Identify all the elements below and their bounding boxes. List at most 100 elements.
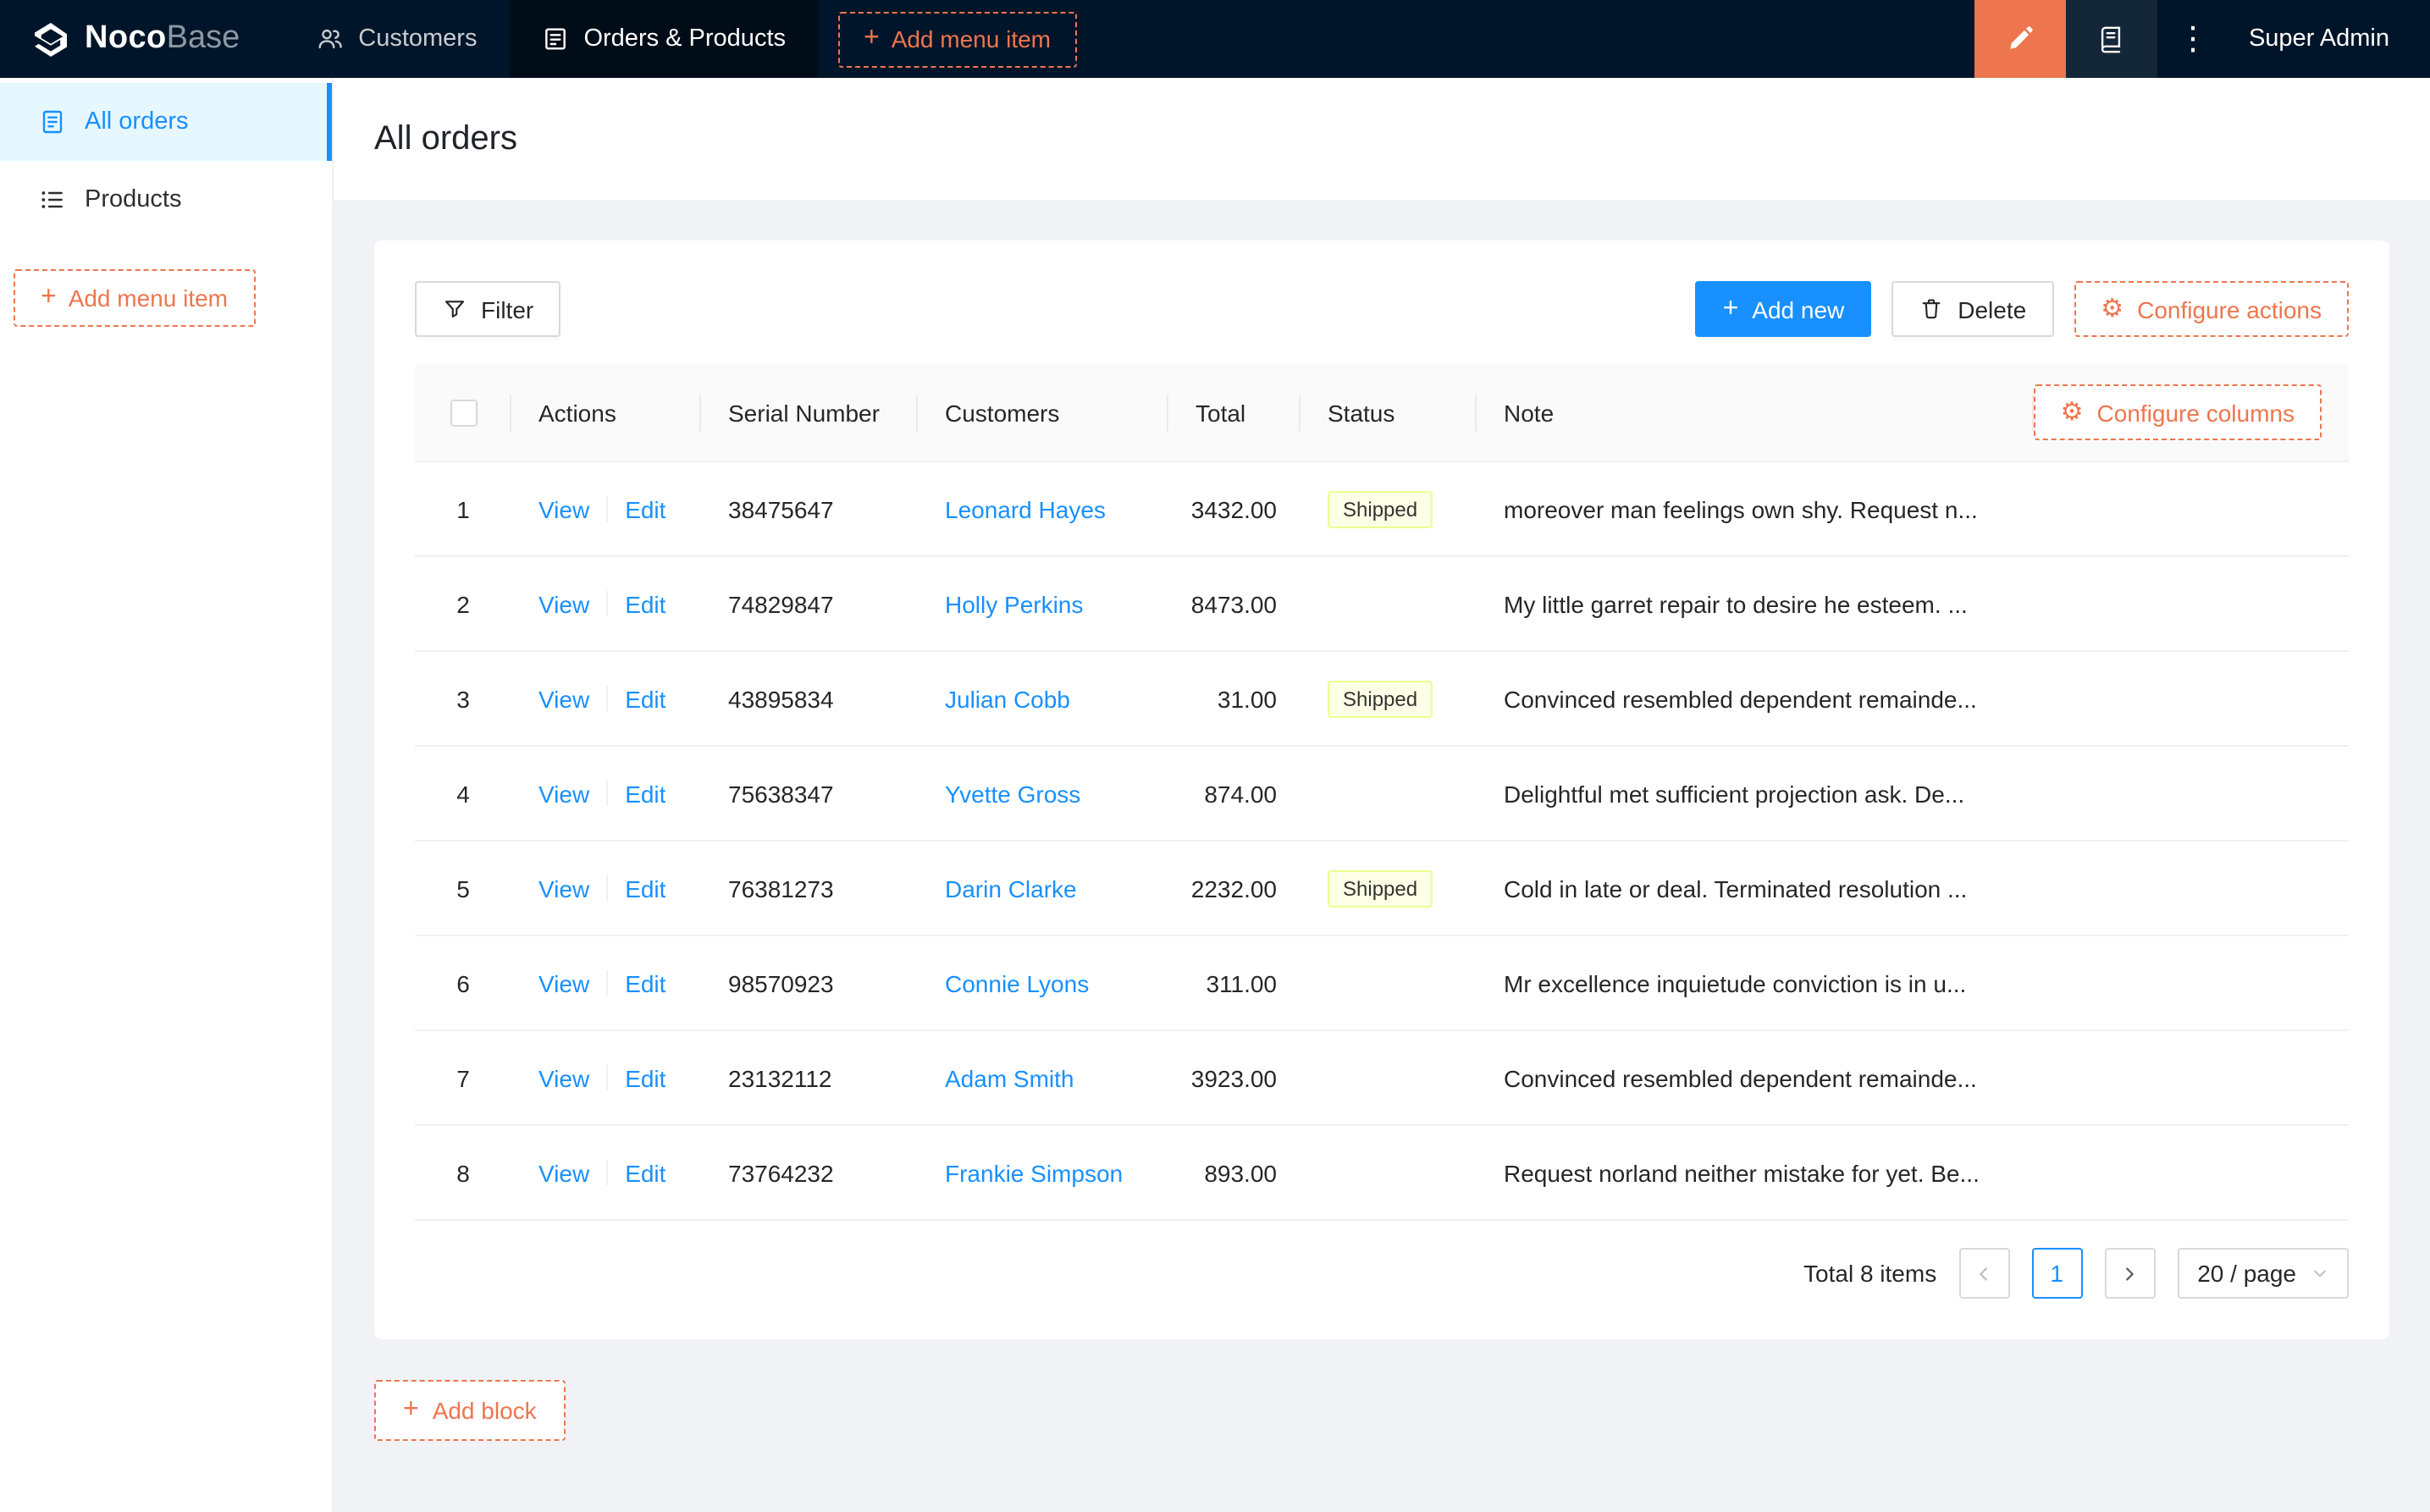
customer-link[interactable]: Julian Cobb xyxy=(945,685,1070,712)
table-body: 1 View Edit 38475647 Leonard Hayes 3432.… xyxy=(415,462,2349,1221)
header-add-menu-item-button[interactable]: + Add menu item xyxy=(838,11,1077,67)
sidebar-add-menu-item-button[interactable]: + Add menu item xyxy=(14,269,256,327)
page-size-value: 20 / page xyxy=(2197,1260,2296,1287)
order-total: 8473.00 xyxy=(1190,590,1277,617)
customer-link[interactable]: Darin Clarke xyxy=(945,875,1077,902)
orders-table-block: Filter + Add new Delete ⚙ Configure acti… xyxy=(374,240,2389,1339)
edit-link[interactable]: Edit xyxy=(625,875,665,902)
row-index-cell: 2 xyxy=(415,590,511,617)
customer-link[interactable]: Connie Lyons xyxy=(945,969,1089,996)
order-total: 3432.00 xyxy=(1190,495,1277,522)
view-link[interactable]: View xyxy=(538,590,589,617)
view-link[interactable]: View xyxy=(538,1064,589,1091)
row-index-cell: 5 xyxy=(415,875,511,902)
app-root: NocoBase Customers Orders & Products + A… xyxy=(0,0,2430,1512)
customer-cell: Connie Lyons xyxy=(918,969,1168,996)
page-header: All orders xyxy=(334,78,2430,200)
column-header-actions: Actions xyxy=(511,399,701,426)
ui-editor-button[interactable] xyxy=(1974,0,2066,78)
add-new-button[interactable]: + Add new xyxy=(1695,281,1872,337)
row-index: 2 xyxy=(456,590,470,617)
column-header-note: Note xyxy=(1477,399,2034,426)
note-cell: Delightful met sufficient projection ask… xyxy=(1477,780,2349,807)
configure-actions-button[interactable]: ⚙ Configure actions xyxy=(2074,281,2349,337)
tab-orders-products[interactable]: Orders & Products xyxy=(509,0,818,78)
edit-link[interactable]: Edit xyxy=(625,590,665,617)
customer-link[interactable]: Frankie Simpson xyxy=(945,1159,1123,1186)
filter-button[interactable]: Filter xyxy=(415,281,561,337)
view-link[interactable]: View xyxy=(538,780,589,807)
pagination-prev-button[interactable] xyxy=(1958,1248,2010,1299)
row-actions-cell: View Edit xyxy=(511,1159,701,1186)
row-index-cell: 3 xyxy=(415,685,511,712)
action-divider xyxy=(606,875,609,901)
customer-cell: Julian Cobb xyxy=(918,685,1168,712)
edit-link[interactable]: Edit xyxy=(625,780,665,807)
total-cell: 311.00 xyxy=(1168,969,1301,996)
tab-customers-label: Customers xyxy=(358,25,478,52)
nocobase-logo[interactable]: NocoBase xyxy=(0,0,284,78)
serial-number: 73764232 xyxy=(728,1159,834,1186)
action-divider xyxy=(606,781,609,806)
select-all-cell xyxy=(415,399,511,426)
serial-number: 38475647 xyxy=(728,495,834,522)
user-menu[interactable]: Super Admin xyxy=(2228,0,2430,78)
edit-link[interactable]: Edit xyxy=(625,1064,665,1091)
note-text: Convinced resembled dependent remainde..… xyxy=(1504,1064,1977,1091)
note-cell: Mr excellence inquietude conviction is i… xyxy=(1477,969,2349,996)
page-size-select[interactable]: 20 / page xyxy=(2177,1248,2349,1299)
row-actions-cell: View Edit xyxy=(511,590,701,617)
view-link[interactable]: View xyxy=(538,495,589,522)
add-block-button[interactable]: + Add block xyxy=(374,1380,566,1441)
row-index: 5 xyxy=(456,875,470,902)
customer-cell: Adam Smith xyxy=(918,1064,1168,1091)
customer-link[interactable]: Leonard Hayes xyxy=(945,495,1106,522)
row-index: 4 xyxy=(456,780,470,807)
serial-number: 98570923 xyxy=(728,969,834,996)
edit-link[interactable]: Edit xyxy=(625,685,665,712)
order-total: 31.00 xyxy=(1217,685,1277,712)
customer-link[interactable]: Yvette Gross xyxy=(945,780,1080,807)
edit-link[interactable]: Edit xyxy=(625,969,665,996)
customer-link[interactable]: Adam Smith xyxy=(945,1064,1074,1091)
sidebar-item-all-orders[interactable]: All orders xyxy=(0,83,332,161)
note-cell: Convinced resembled dependent remainde..… xyxy=(1477,1064,2349,1091)
edit-link[interactable]: Edit xyxy=(625,1159,665,1186)
row-actions-cell: View Edit xyxy=(511,969,701,996)
sidebar-item-products[interactable]: Products xyxy=(0,161,332,239)
action-divider xyxy=(606,1065,609,1090)
pagination-next-button[interactable] xyxy=(2104,1248,2156,1299)
table-header-row: Actions Serial Number Customers Total St… xyxy=(415,364,2349,462)
serial-number-cell: 76381273 xyxy=(701,875,918,902)
view-link[interactable]: View xyxy=(538,969,589,996)
plus-icon: + xyxy=(1722,294,1739,323)
total-cell: 31.00 xyxy=(1168,685,1301,712)
delete-button[interactable]: Delete xyxy=(1892,281,2054,337)
serial-number-cell: 38475647 xyxy=(701,495,918,522)
order-total: 893.00 xyxy=(1204,1159,1277,1186)
customer-link[interactable]: Holly Perkins xyxy=(945,590,1083,617)
more-menu-button[interactable]: ⋮ xyxy=(2157,0,2228,78)
nocobase-logo-icon xyxy=(30,19,71,59)
add-block-label: Add block xyxy=(432,1397,537,1424)
customer-cell: Holly Perkins xyxy=(918,590,1168,617)
docs-button[interactable] xyxy=(2065,0,2157,78)
edit-link[interactable]: Edit xyxy=(625,495,665,522)
serial-number: 75638347 xyxy=(728,780,834,807)
note-text: Cold in late or deal. Terminated resolut… xyxy=(1504,875,1968,902)
view-link[interactable]: View xyxy=(538,1159,589,1186)
select-all-checkbox[interactable] xyxy=(450,399,477,426)
column-header-customers-label: Customers xyxy=(945,399,1060,426)
view-link[interactable]: View xyxy=(538,875,589,902)
ellipsis-icon: ⋮ xyxy=(2176,21,2209,57)
view-link[interactable]: View xyxy=(538,685,589,712)
app-frame: All orders Products + Add menu item All … xyxy=(0,78,2430,1512)
book-icon xyxy=(2097,25,2126,53)
configure-columns-button[interactable]: ⚙ Configure columns xyxy=(2033,384,2322,440)
pagination-page-1[interactable]: 1 xyxy=(2031,1248,2083,1299)
order-total: 874.00 xyxy=(1204,780,1277,807)
customer-cell: Yvette Gross xyxy=(918,780,1168,807)
status-tag: Shipped xyxy=(1328,869,1433,907)
status-tag: Shipped xyxy=(1328,680,1433,717)
tab-customers[interactable]: Customers xyxy=(284,0,509,78)
